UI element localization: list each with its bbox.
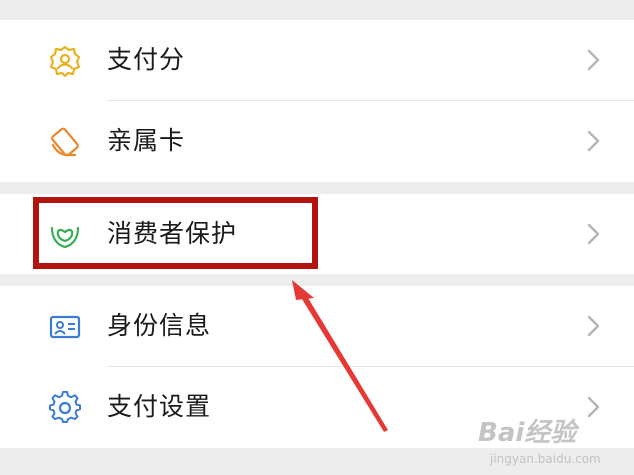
section-gap	[0, 274, 634, 286]
chevron-right-icon	[587, 130, 600, 152]
family-card-icon	[48, 125, 82, 159]
settings-gear-icon	[48, 391, 82, 425]
menu-item-label: 支付分	[107, 45, 186, 74]
payment-score-icon	[48, 44, 82, 78]
menu-item-family-card[interactable]: 亲属卡	[0, 101, 634, 181]
menu-item-label: 身份信息	[107, 311, 212, 340]
chevron-right-icon	[587, 49, 600, 71]
menu-item-payment-score[interactable]: 支付分	[0, 20, 634, 100]
menu-item-label: 支付设置	[107, 392, 212, 421]
section-gap	[0, 182, 634, 194]
section-gap-top	[0, 0, 634, 20]
menu-item-label: 亲属卡	[107, 126, 186, 155]
id-card-icon	[48, 310, 82, 344]
chevron-right-icon	[587, 315, 600, 337]
watermark-logo: Bai经验	[478, 418, 577, 448]
highlight-box	[33, 197, 318, 269]
chevron-right-icon	[587, 223, 600, 245]
menu-item-identity-info[interactable]: 身份信息	[0, 286, 634, 366]
watermark-url: jingyan.baidu.com	[490, 452, 601, 466]
watermark: Bai经验 jingyan.baidu.com	[478, 412, 628, 472]
